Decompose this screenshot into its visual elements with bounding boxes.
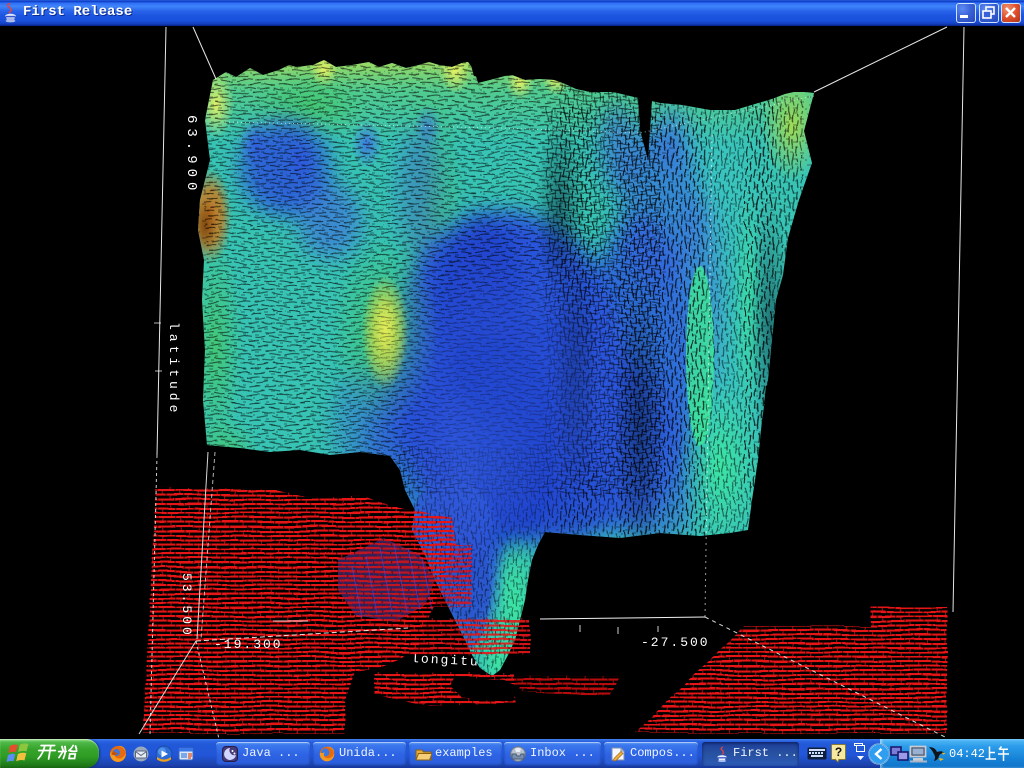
svg-text:latitude: latitude — [166, 322, 181, 416]
svg-text:63.900: 63.900 — [183, 115, 199, 195]
svg-text:-19.300: -19.300 — [214, 637, 283, 652]
svg-text:53.500: 53.500 — [179, 573, 194, 638]
svg-text:?: ? — [835, 745, 842, 759]
svg-text:-27.500: -27.500 — [641, 635, 710, 650]
